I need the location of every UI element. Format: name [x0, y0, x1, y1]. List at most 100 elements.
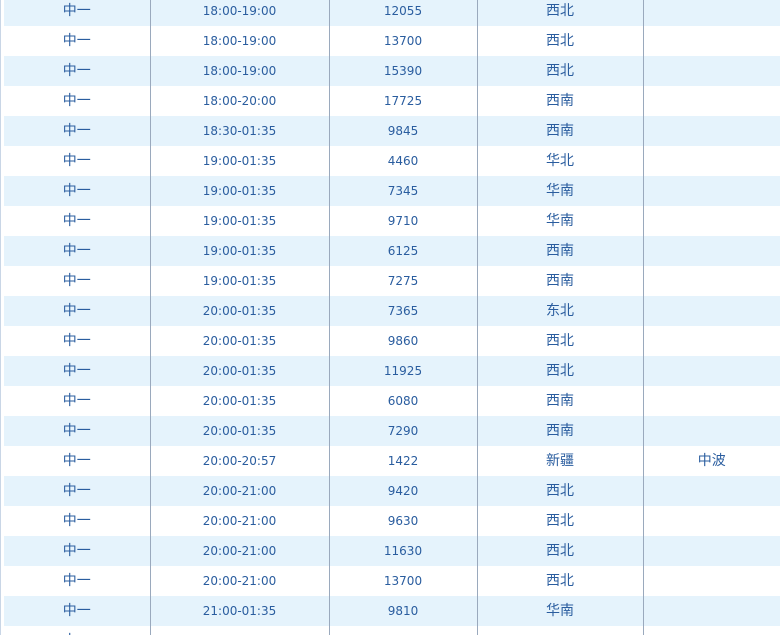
channel-cell: 中一	[4, 596, 150, 626]
channel-cell: 中一	[4, 416, 150, 446]
region-cell: 西北	[476, 536, 643, 566]
table-row: 中一 18:00-19:00 13700 西北	[4, 26, 780, 56]
time-cell: 21:00-01:35	[149, 596, 329, 626]
time-cell: 19:00-01:35	[149, 176, 329, 206]
table-row: 中一 19:00-01:35 4460 华北	[4, 146, 780, 176]
time-cell: 19:00-01:35	[149, 266, 329, 296]
table-row: 中一 19:00-01:35 9710 华南	[4, 206, 780, 236]
channel-cell: 中一	[4, 206, 150, 236]
channel-cell: 中一	[4, 266, 150, 296]
frequency-cell: 17725	[328, 86, 477, 116]
region-cell: 西北	[476, 326, 643, 356]
time-cell: 20:00-20:57	[149, 446, 329, 476]
frequency-cell: 1422	[328, 446, 477, 476]
frequency-cell: 9860	[328, 326, 477, 356]
region-cell: 华北	[476, 146, 643, 176]
time-cell: 18:30-01:35	[149, 116, 329, 146]
wave-type-cell	[642, 146, 780, 176]
table-row: 中一 18:00-19:00 12055 西北	[4, 0, 780, 26]
frequency-cell: 4460	[328, 146, 477, 176]
wave-type-cell	[642, 626, 780, 635]
time-cell: 20:00-01:35	[149, 386, 329, 416]
channel-cell: 中一	[4, 386, 150, 416]
time-cell: 20:00-01:35	[149, 416, 329, 446]
channel-cell: 中一	[4, 626, 150, 635]
table-row: 中一 20:00-20:57 1422 新疆 中波	[4, 446, 780, 476]
wave-type-cell	[642, 86, 780, 116]
time-cell: 18:00-19:00	[149, 26, 329, 56]
region-cell: 西北	[476, 56, 643, 86]
frequency-cell: 11925	[328, 356, 477, 386]
frequency-cell: 13700	[328, 566, 477, 596]
frequency-cell: 9420	[328, 476, 477, 506]
time-cell	[149, 626, 329, 635]
frequency-cell: 13700	[328, 26, 477, 56]
time-cell: 20:00-01:35	[149, 356, 329, 386]
frequency-cell: 7290	[328, 416, 477, 446]
wave-type-cell	[642, 566, 780, 596]
frequency-cell: 11630	[328, 536, 477, 566]
frequency-cell: 6125	[328, 236, 477, 266]
table-row: 中一 18:00-20:00 17725 西南	[4, 86, 780, 116]
channel-cell: 中一	[4, 536, 150, 566]
time-cell: 19:00-01:35	[149, 206, 329, 236]
channel-cell: 中一	[4, 446, 150, 476]
time-cell: 19:00-01:35	[149, 146, 329, 176]
channel-cell: 中一	[4, 296, 150, 326]
wave-type-cell	[642, 116, 780, 146]
frequency-cell: 12055	[328, 0, 477, 26]
region-cell: 华南	[476, 596, 643, 626]
schedule-frame: 中一 18:00-19:00 12055 西北 中一 18:00-19:00 13700 西北…	[0, 0, 783, 635]
region-cell: 西北	[476, 0, 643, 26]
wave-type-cell	[642, 326, 780, 356]
region-cell: 华南	[476, 176, 643, 206]
wave-type-cell	[642, 356, 780, 386]
frequency-cell: 9845	[328, 116, 477, 146]
wave-type-cell	[642, 236, 780, 266]
region-cell: 西南	[476, 86, 643, 116]
table-row: 中一 20:00-01:35 7365 东北	[4, 296, 780, 326]
table-row: 中一 20:00-21:00 11630 西北	[4, 536, 780, 566]
wave-type-cell	[642, 0, 780, 26]
time-cell: 20:00-21:00	[149, 506, 329, 536]
channel-cell: 中一	[4, 146, 150, 176]
channel-cell: 中一	[4, 26, 150, 56]
frequency-cell: 6080	[328, 386, 477, 416]
wave-type-cell	[642, 56, 780, 86]
channel-cell: 中一	[4, 176, 150, 206]
region-cell: 西南	[476, 236, 643, 266]
frequency-cell: 7345	[328, 176, 477, 206]
frequency-cell: 7365	[328, 296, 477, 326]
frequency-cell: 9630	[328, 506, 477, 536]
region-cell: 西北	[476, 566, 643, 596]
channel-cell: 中一	[4, 506, 150, 536]
table-row: 中一 19:00-01:35 7345 华南	[4, 176, 780, 206]
wave-type-cell	[642, 176, 780, 206]
time-cell: 20:00-01:35	[149, 326, 329, 356]
region-cell: 西北	[476, 356, 643, 386]
wave-type-cell	[642, 26, 780, 56]
table-row: 中一 18:00-19:00 15390 西北	[4, 56, 780, 86]
table-row: 中一 20:00-21:00 9630 西北	[4, 506, 780, 536]
wave-type-cell	[642, 266, 780, 296]
region-cell: 西北	[476, 506, 643, 536]
time-cell: 19:00-01:35	[149, 236, 329, 266]
table-row: 中一 19:00-01:35 7275 西南	[4, 266, 780, 296]
time-cell: 20:00-01:35	[149, 296, 329, 326]
channel-cell: 中一	[4, 86, 150, 116]
table-row: 中一 20:00-01:35 11925 西北	[4, 356, 780, 386]
wave-type-cell	[642, 416, 780, 446]
channel-cell: 中一	[4, 0, 150, 26]
frequency-cell: 9710	[328, 206, 477, 236]
region-cell: 西南	[476, 416, 643, 446]
channel-cell: 中一	[4, 326, 150, 356]
region-cell: 新疆	[476, 446, 643, 476]
wave-type-cell	[642, 476, 780, 506]
region-cell: 西北	[476, 26, 643, 56]
region-cell: 西南	[476, 266, 643, 296]
time-cell: 18:00-19:00	[149, 0, 329, 26]
wave-type-cell	[642, 596, 780, 626]
wave-type-cell: 中波	[642, 446, 780, 476]
table-row: 中一	[4, 626, 780, 635]
time-cell: 18:00-20:00	[149, 86, 329, 116]
